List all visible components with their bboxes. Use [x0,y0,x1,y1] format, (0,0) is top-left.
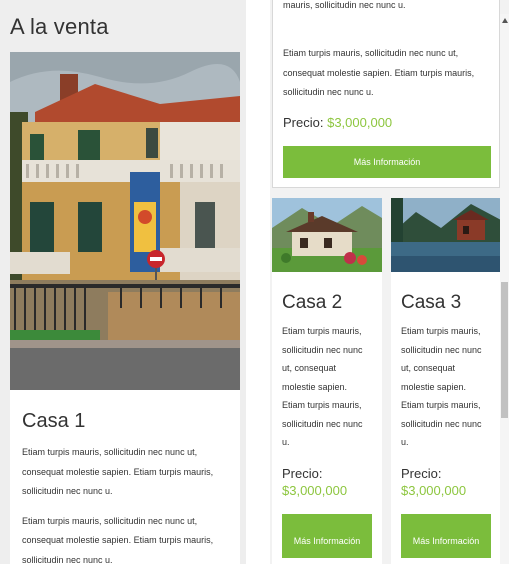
top-card-price: Precio: $3,000,000 [283,115,392,130]
house-2-description: Etiam turpis mauris, sollicitudin nec nu… [282,326,363,447]
house-2-photo [272,198,382,272]
house-card-top: mauris, sollicitudin nec nunc u. Etiam t… [272,0,500,188]
top-card-description-tail: mauris, sollicitudin nec nunc u. [283,0,406,10]
price-label: Precio: [283,115,324,130]
house-1-description: Etiam turpis mauris, sollicitudin nec nu… [22,447,214,496]
scroll-up-arrow-icon[interactable] [502,18,508,23]
house-2-price-value: $3,000,000 [282,482,348,498]
house-3-price-value: $3,000,000 [401,482,467,498]
house-1-card: Casa 1 Etiam turpis mauris, sollicitudin… [10,390,240,564]
house-2-more-info-button[interactable]: Más Información [282,514,372,558]
house-3-more-info-button[interactable]: Más Información [401,514,491,558]
house-3-photo [391,198,501,272]
price-value: $3,000,000 [327,115,393,130]
vertical-scrollbar[interactable] [500,14,509,564]
house-3-description: Etiam turpis mauris, sollicitudin nec nu… [401,326,482,447]
listing-panel-right: mauris, sollicitudin nec nunc u. Etiam t… [270,0,509,564]
scrollbar-thumb[interactable] [501,282,508,418]
house-2-title: Casa 2 [282,292,343,313]
house-2-card: Casa 2 Etiam turpis mauris, sollicitudin… [272,198,382,564]
more-info-button[interactable]: Más Información [283,146,491,178]
listing-panel-left: A la venta Casa 1 Etiam turpis mauris, s… [0,0,246,564]
section-heading: A la venta [10,14,109,39]
house-1-photo [10,52,240,390]
house-1-description-2: Etiam turpis mauris, sollicitudin nec nu… [22,515,214,564]
house-3-title: Casa 3 [401,292,462,313]
house-1-title: Casa 1 [22,410,86,432]
house-2-price-label: Precio: [282,465,323,481]
top-card-description: Etiam turpis mauris, sollicitudin nec nu… [283,48,475,97]
house-3-card: Casa 3 Etiam turpis mauris, sollicitudin… [391,198,501,564]
house-3-price-label: Precio: [401,465,442,481]
